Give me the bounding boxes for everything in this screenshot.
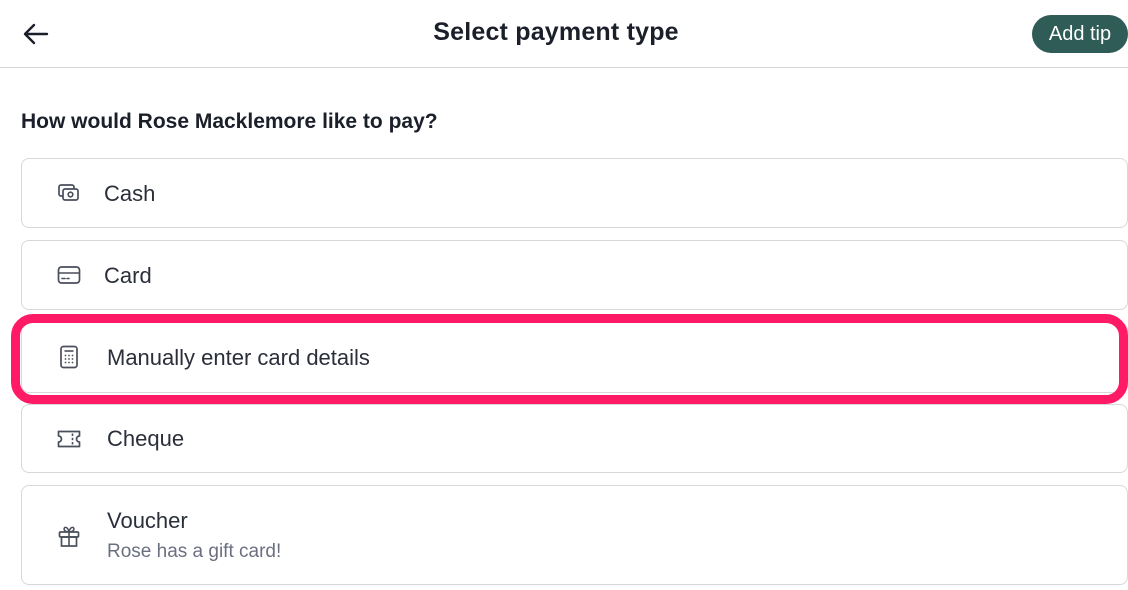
cash-icon	[56, 180, 82, 206]
top-bar: Select payment type Add tip	[0, 0, 1128, 68]
payment-option-cash[interactable]: Cash	[21, 158, 1128, 228]
payment-option-voucher[interactable]: Voucher Rose has a gift card!	[21, 485, 1128, 585]
add-tip-button[interactable]: Add tip	[1032, 15, 1128, 53]
payment-option-label: Cheque	[107, 426, 185, 451]
payment-option-label: Voucher	[107, 508, 188, 533]
payment-question: How would Rose Macklemore like to pay?	[21, 110, 438, 133]
payment-option-label: Card	[104, 263, 152, 288]
gift-icon	[56, 523, 82, 549]
payment-option-cheque[interactable]: Cheque	[21, 404, 1128, 473]
page-title: Select payment type	[433, 18, 679, 46]
payment-option-manual-card[interactable]: Manually enter card details	[21, 322, 1128, 393]
payment-option-card[interactable]: Card	[21, 240, 1128, 310]
payment-option-label: Manually enter card details	[107, 345, 370, 370]
credit-card-icon	[56, 262, 82, 288]
voucher-sublabel: Rose has a gift card!	[107, 541, 282, 562]
payment-option-label: Cash	[104, 181, 156, 206]
keypad-icon	[56, 344, 82, 370]
ticket-icon	[56, 426, 82, 452]
